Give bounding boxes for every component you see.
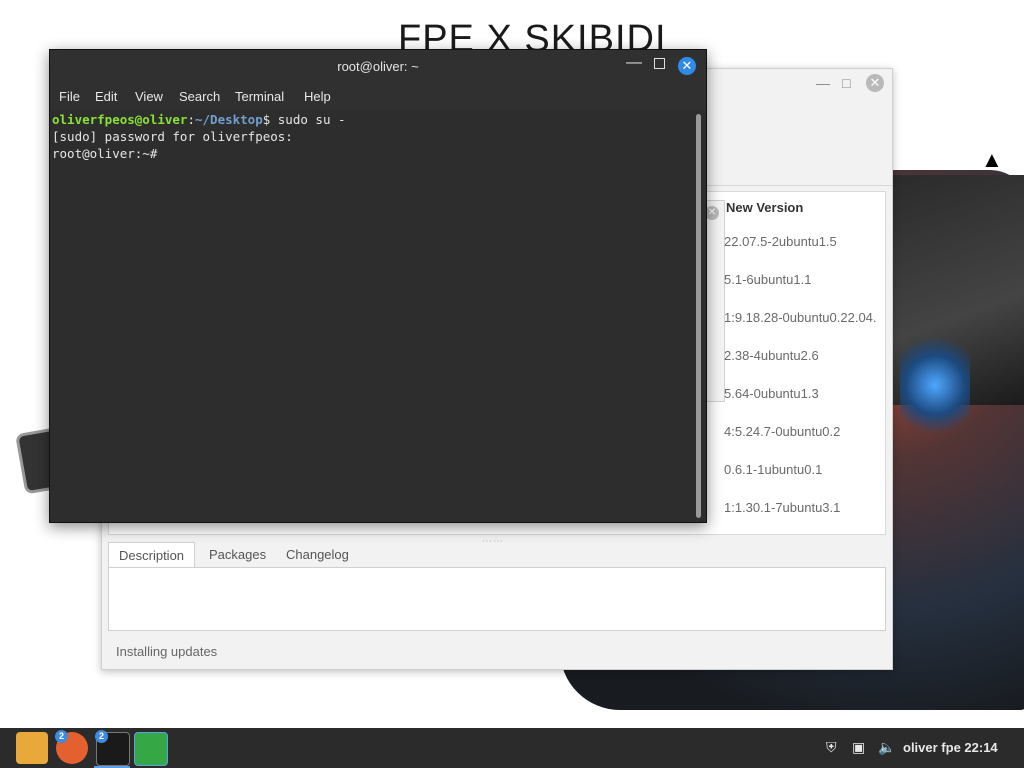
tab-changelog[interactable]: Changelog [276,542,359,567]
folder-icon[interactable] [16,732,48,764]
column-header-new-version[interactable]: New Version [726,200,803,215]
terminal-output[interactable]: oliverfpeos@oliver:~/Desktop$ sudo su - … [50,110,694,522]
menu-search[interactable]: Search [179,89,220,104]
status-text: Installing updates [116,644,218,659]
maximize-icon[interactable] [654,58,665,69]
network-icon[interactable]: ▣ [852,739,865,756]
version-cell: 1:1.30.1-7ubuntu3.1 [724,500,841,515]
badge: 2 [55,730,68,743]
terminal-menubar: File Edit View Search Terminal Help [50,84,706,110]
prompt-user: oliverfpeos@oliver [52,112,188,127]
pane-splitter[interactable]: ⋯⋯ [482,536,504,547]
version-cell: 5.1-6ubuntu1.1 [724,272,812,287]
version-cell: 4:5.24.7-0ubuntu0.2 [724,424,841,439]
user-clock[interactable]: oliver fpe 22:14 [903,740,998,755]
terminal-line-2: [sudo] password for oliverfpeos: [52,129,293,144]
prompt-path: ~/Desktop [195,112,263,127]
menu-terminal[interactable]: Terminal [235,89,284,104]
menu-help[interactable]: Help [304,89,331,104]
tab-description[interactable]: Description [108,542,196,569]
badge: 2 [95,730,108,743]
menu-file[interactable]: File [59,89,80,104]
close-icon[interactable]: ✕ [866,74,884,92]
mouse-cursor-icon: ▲ [981,147,1003,172]
volume-icon[interactable]: 🔈 [878,739,895,756]
shield-app-icon[interactable] [134,732,168,766]
prompt-separator: : [187,112,195,127]
minimize-icon[interactable]: — [626,54,642,72]
description-panel [108,567,886,631]
terminal-scrollbar[interactable] [696,114,701,518]
terminal-line-3: root@oliver:~# [52,146,158,161]
command-text: $ sudo su - [262,112,346,127]
terminal-titlebar[interactable]: root@oliver: ~ — ✕ [50,50,706,84]
version-cell: 2.38-4ubuntu2.6 [724,348,819,363]
menu-edit[interactable]: Edit [95,89,117,104]
terminal-line-1: oliverfpeos@oliver:~/Desktop$ sudo su - [52,112,346,127]
minimize-icon[interactable]: — [816,75,830,91]
version-cell: 22.07.5-2ubuntu1.5 [724,234,837,249]
terminal-window: root@oliver: ~ — ✕ File Edit View Search… [49,49,707,523]
version-cell: 1:9.18.28-0ubuntu0.22.04. [724,310,877,325]
maximize-icon[interactable]: □ [842,75,850,91]
version-cell: 0.6.1-1ubuntu0.1 [724,462,823,477]
tab-packages[interactable]: Packages [199,542,276,567]
menu-view[interactable]: View [135,89,163,104]
shield-tray-icon[interactable]: ⛨ [826,739,837,756]
wallpaper-glow [900,330,970,440]
dialog-close-icon[interactable]: ✕ [705,206,719,220]
close-icon[interactable]: ✕ [678,57,696,75]
terminal-title: root@oliver: ~ [337,59,419,74]
taskbar: 2 2 ⛨ ▣ 🔈 oliver fpe 22:14 [0,728,1024,768]
version-cell: 5.64-0ubuntu1.3 [724,386,819,401]
